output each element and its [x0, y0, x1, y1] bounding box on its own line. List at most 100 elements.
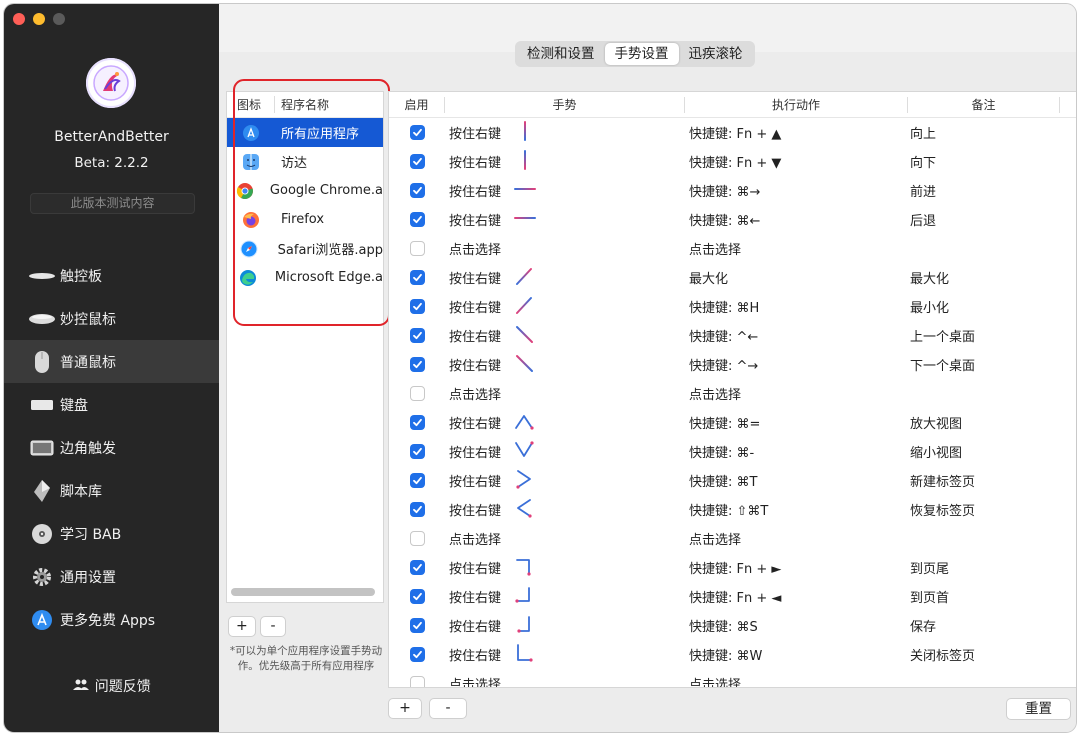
action-cell[interactable]: 快捷键: ⌘T	[685, 471, 908, 490]
remark-cell[interactable]: 恢复标签页	[908, 500, 1060, 519]
gesture-cell[interactable]: 按住右键	[445, 207, 685, 233]
column-header-action[interactable]: 执行动作	[685, 96, 908, 113]
remark-cell[interactable]: 向上	[908, 123, 1060, 142]
enable-checkbox[interactable]	[409, 386, 425, 401]
action-cell[interactable]: 最大化	[685, 268, 908, 287]
sidebar-item-script-library[interactable]: 脚本库	[4, 469, 219, 512]
tab-gesture-settings[interactable]: 手势设置	[604, 43, 679, 65]
remark-cell[interactable]: 前进	[908, 181, 1060, 200]
action-cell[interactable]: 点击选择	[685, 529, 908, 548]
gesture-cell[interactable]: 点击选择	[445, 674, 685, 687]
action-cell[interactable]: 快捷键: ^→	[685, 355, 908, 374]
gesture-cell[interactable]: 按住右键	[445, 265, 685, 291]
add-app-button[interactable]: +	[228, 616, 256, 637]
gesture-cell[interactable]: 按住右键	[445, 323, 685, 349]
tab-detection-settings[interactable]: 检测和设置	[517, 43, 605, 65]
remark-cell[interactable]: 新建标签页	[908, 471, 1060, 490]
enable-checkbox[interactable]	[409, 415, 425, 430]
enable-checkbox[interactable]	[409, 328, 425, 343]
enable-checkbox[interactable]	[409, 357, 425, 372]
action-cell[interactable]: 快捷键: Fn + ◄	[685, 587, 908, 606]
enable-checkbox[interactable]	[409, 647, 425, 662]
action-cell[interactable]: 快捷键: ⌘S	[685, 616, 908, 635]
sidebar-item-more-apps[interactable]: 更多免费 Apps	[4, 598, 219, 641]
enable-checkbox[interactable]	[409, 589, 425, 604]
enable-checkbox[interactable]	[409, 676, 425, 687]
tab-fast-scroll[interactable]: 迅疾滚轮	[679, 43, 753, 65]
action-cell[interactable]: 快捷键: Fn + ▲	[685, 123, 908, 142]
remark-cell[interactable]: 后退	[908, 210, 1060, 229]
enable-checkbox[interactable]	[409, 531, 425, 546]
gesture-cell[interactable]: 按住右键	[445, 410, 685, 436]
sidebar-item-general-settings[interactable]: 通用设置	[4, 555, 219, 598]
action-cell[interactable]: 快捷键: ⌘←	[685, 210, 908, 229]
action-cell[interactable]: 快捷键: ⌘H	[685, 297, 908, 316]
remove-gesture-button[interactable]: -	[429, 698, 467, 719]
enable-checkbox[interactable]	[409, 270, 425, 285]
remark-cell[interactable]: 放大视图	[908, 413, 1060, 432]
add-gesture-button[interactable]: +	[388, 698, 422, 719]
action-cell[interactable]: 快捷键: ⇧⌘T	[685, 500, 908, 519]
feedback-button[interactable]: 问题反馈	[4, 676, 219, 696]
gesture-cell[interactable]: 按住右键	[445, 149, 685, 175]
beta-notes-button[interactable]: 此版本测试内容	[30, 193, 195, 214]
gesture-cell[interactable]: 按住右键	[445, 468, 685, 494]
column-header-gesture[interactable]: 手势	[445, 96, 685, 113]
sidebar-item-keyboard[interactable]: 键盘	[4, 383, 219, 426]
enable-checkbox[interactable]	[409, 502, 425, 517]
action-cell[interactable]: 快捷键: ⌘-	[685, 442, 908, 461]
enable-checkbox[interactable]	[409, 125, 425, 140]
action-cell[interactable]: 快捷键: ^←	[685, 326, 908, 345]
action-cell[interactable]: 点击选择	[685, 239, 908, 258]
remark-cell[interactable]: 向下	[908, 152, 1060, 171]
sidebar-item-mouse[interactable]: 普通鼠标	[4, 340, 219, 383]
remark-cell[interactable]: 保存	[908, 616, 1060, 635]
enable-checkbox[interactable]	[409, 473, 425, 488]
horizontal-scrollbar[interactable]	[231, 588, 375, 596]
enable-checkbox[interactable]	[409, 241, 425, 256]
action-cell[interactable]: 快捷键: Fn + ►	[685, 558, 908, 577]
action-cell[interactable]: 快捷键: Fn + ▼	[685, 152, 908, 171]
remark-cell[interactable]: 最小化	[908, 297, 1060, 316]
gesture-cell[interactable]: 按住右键	[445, 178, 685, 204]
minimize-window-button[interactable]	[33, 13, 45, 25]
action-cell[interactable]: 快捷键: ⌘→	[685, 181, 908, 200]
remove-app-button[interactable]: -	[260, 616, 286, 637]
remark-cell[interactable]: 到页尾	[908, 558, 1060, 577]
remark-cell[interactable]: 下一个桌面	[908, 355, 1060, 374]
column-header-remark[interactable]: 备注	[908, 96, 1060, 113]
remark-cell[interactable]: 上一个桌面	[908, 326, 1060, 345]
enable-checkbox[interactable]	[409, 299, 425, 314]
enable-checkbox[interactable]	[409, 154, 425, 169]
gesture-cell[interactable]: 按住右键	[445, 497, 685, 523]
gesture-cell[interactable]: 按住右键	[445, 555, 685, 581]
sidebar-item-trackpad[interactable]: 触控板	[4, 254, 219, 297]
enable-checkbox[interactable]	[409, 444, 425, 459]
enable-checkbox[interactable]	[409, 183, 425, 198]
action-cell[interactable]: 快捷键: ⌘W	[685, 645, 908, 664]
enable-checkbox[interactable]	[409, 212, 425, 227]
gesture-cell[interactable]: 按住右键	[445, 584, 685, 610]
gesture-cell[interactable]: 按住右键	[445, 439, 685, 465]
gesture-cell[interactable]: 按住右键	[445, 642, 685, 668]
gesture-cell[interactable]: 点击选择	[445, 529, 685, 548]
remark-cell[interactable]: 关闭标签页	[908, 645, 1060, 664]
reset-button[interactable]: 重置	[1006, 698, 1071, 720]
sidebar-item-magic-mouse[interactable]: 妙控鼠标	[4, 297, 219, 340]
gesture-cell[interactable]: 点击选择	[445, 384, 685, 403]
enable-checkbox[interactable]	[409, 618, 425, 633]
column-header-enabled[interactable]: 启用	[389, 96, 445, 113]
gesture-cell[interactable]: 按住右键	[445, 352, 685, 378]
remark-cell[interactable]: 到页首	[908, 587, 1060, 606]
action-cell[interactable]: 点击选择	[685, 384, 908, 403]
action-cell[interactable]: 快捷键: ⌘=	[685, 413, 908, 432]
gesture-cell[interactable]: 按住右键	[445, 613, 685, 639]
gesture-cell[interactable]: 按住右键	[445, 294, 685, 320]
sidebar-item-learn[interactable]: 学习 BAB	[4, 512, 219, 555]
action-cell[interactable]: 点击选择	[685, 674, 908, 687]
close-window-button[interactable]	[13, 13, 25, 25]
enable-checkbox[interactable]	[409, 560, 425, 575]
zoom-window-button[interactable]	[53, 13, 65, 25]
sidebar-item-corner-trigger[interactable]: 边角触发	[4, 426, 219, 469]
remark-cell[interactable]: 最大化	[908, 268, 1060, 287]
